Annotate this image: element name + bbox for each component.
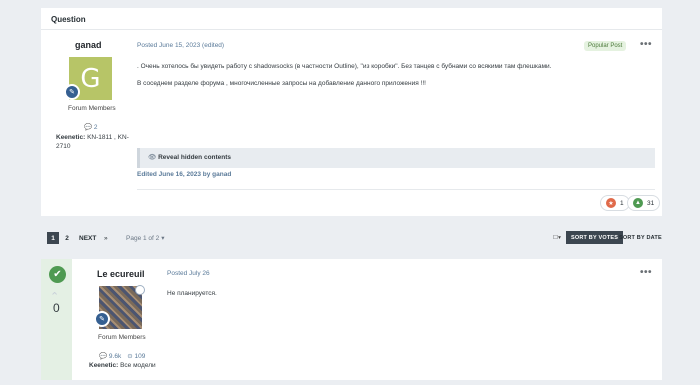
vote-count: 0: [53, 301, 60, 315]
reputation-icon: ⊙: [127, 353, 133, 360]
keenetic-label: Keenetic:: [56, 134, 86, 141]
reaction-count: 31: [647, 199, 655, 207]
reaction-upvote[interactable]: ▲ 31: [627, 195, 661, 211]
answer-body: Не планируется.: [167, 290, 217, 297]
answer-author-group: Forum Members: [98, 334, 146, 341]
rank-icon: ✎: [64, 84, 80, 100]
question-card: Question: [41, 8, 662, 216]
reaction-like[interactable]: ★ 1: [600, 195, 630, 211]
keenetic-info: Keenetic: KN-1811 , KN-2710: [56, 133, 131, 151]
page-1-button[interactable]: 1: [47, 232, 59, 244]
reveal-label: Reveal hidden contents: [158, 154, 232, 161]
author-group: Forum Members: [68, 105, 116, 112]
post-count[interactable]: 💬 9.6k: [99, 352, 121, 360]
avatar-letter: G: [80, 63, 101, 94]
checkbox-icon: ☐▾: [553, 234, 562, 241]
comment-icon: 💬: [84, 124, 93, 131]
multi-select-checkbox[interactable]: ☐▾: [548, 231, 566, 244]
best-answer-check-icon: ✔: [49, 266, 66, 283]
popular-post-badge: Popular Post: [584, 41, 627, 51]
edited-note: Edited June 16, 2023 by ganad: [137, 171, 232, 178]
reveal-hidden-contents[interactable]: 👁 Reveal hidden contents: [137, 148, 655, 168]
question-header: Question: [41, 8, 662, 30]
reaction-count: 1: [620, 199, 624, 207]
like-reaction-icon: ★: [606, 198, 616, 208]
chevron-down-icon: ▾: [161, 235, 165, 242]
answer-author-name[interactable]: Le ecureuil: [97, 269, 145, 279]
more-options-icon[interactable]: •••: [640, 39, 652, 50]
post-body-line-1: . Очень хотелось бы увидеть работу с sha…: [137, 63, 552, 70]
keenetic-label: Keenetic:: [89, 362, 119, 369]
comment-icon: 💬: [99, 353, 108, 360]
post-count-value: 9.6k: [108, 353, 122, 360]
page-jump-dropdown[interactable]: Page 1 of 2 ▾: [126, 232, 165, 244]
answer-keenetic-info: Keenetic: Все модели: [89, 362, 156, 369]
page-of-label: Page 1 of 2: [126, 234, 160, 242]
divider: [137, 189, 655, 190]
keenetic-value: Все модели: [120, 362, 156, 369]
sort-by-date-button[interactable]: SORT BY DATE: [614, 231, 667, 244]
next-page-button[interactable]: NEXT: [79, 232, 96, 244]
post-body-line-2: В соседнем разделе форума , многочисленн…: [137, 80, 426, 87]
reputation[interactable]: ⊙ 109: [127, 352, 145, 360]
answer-post-meta[interactable]: Posted July 26: [167, 270, 210, 277]
post-count[interactable]: 💬 2: [84, 123, 98, 131]
more-options-icon[interactable]: •••: [640, 267, 652, 278]
eye-icon: 👁: [148, 154, 157, 161]
post-meta[interactable]: Posted June 15, 2023 (edited): [137, 42, 224, 49]
online-status-icon: [135, 285, 145, 295]
answer-author-stats: 💬 9.6k ⊙ 109: [99, 352, 145, 360]
last-page-button[interactable]: »: [104, 232, 108, 244]
page-2-button[interactable]: 2: [61, 232, 73, 244]
author-name[interactable]: ganad: [75, 40, 102, 50]
upvote-reaction-icon: ▲: [633, 198, 643, 208]
reputation-value: 109: [134, 353, 146, 360]
rank-icon: ✎: [94, 311, 110, 327]
post-count-value: 2: [93, 124, 98, 131]
